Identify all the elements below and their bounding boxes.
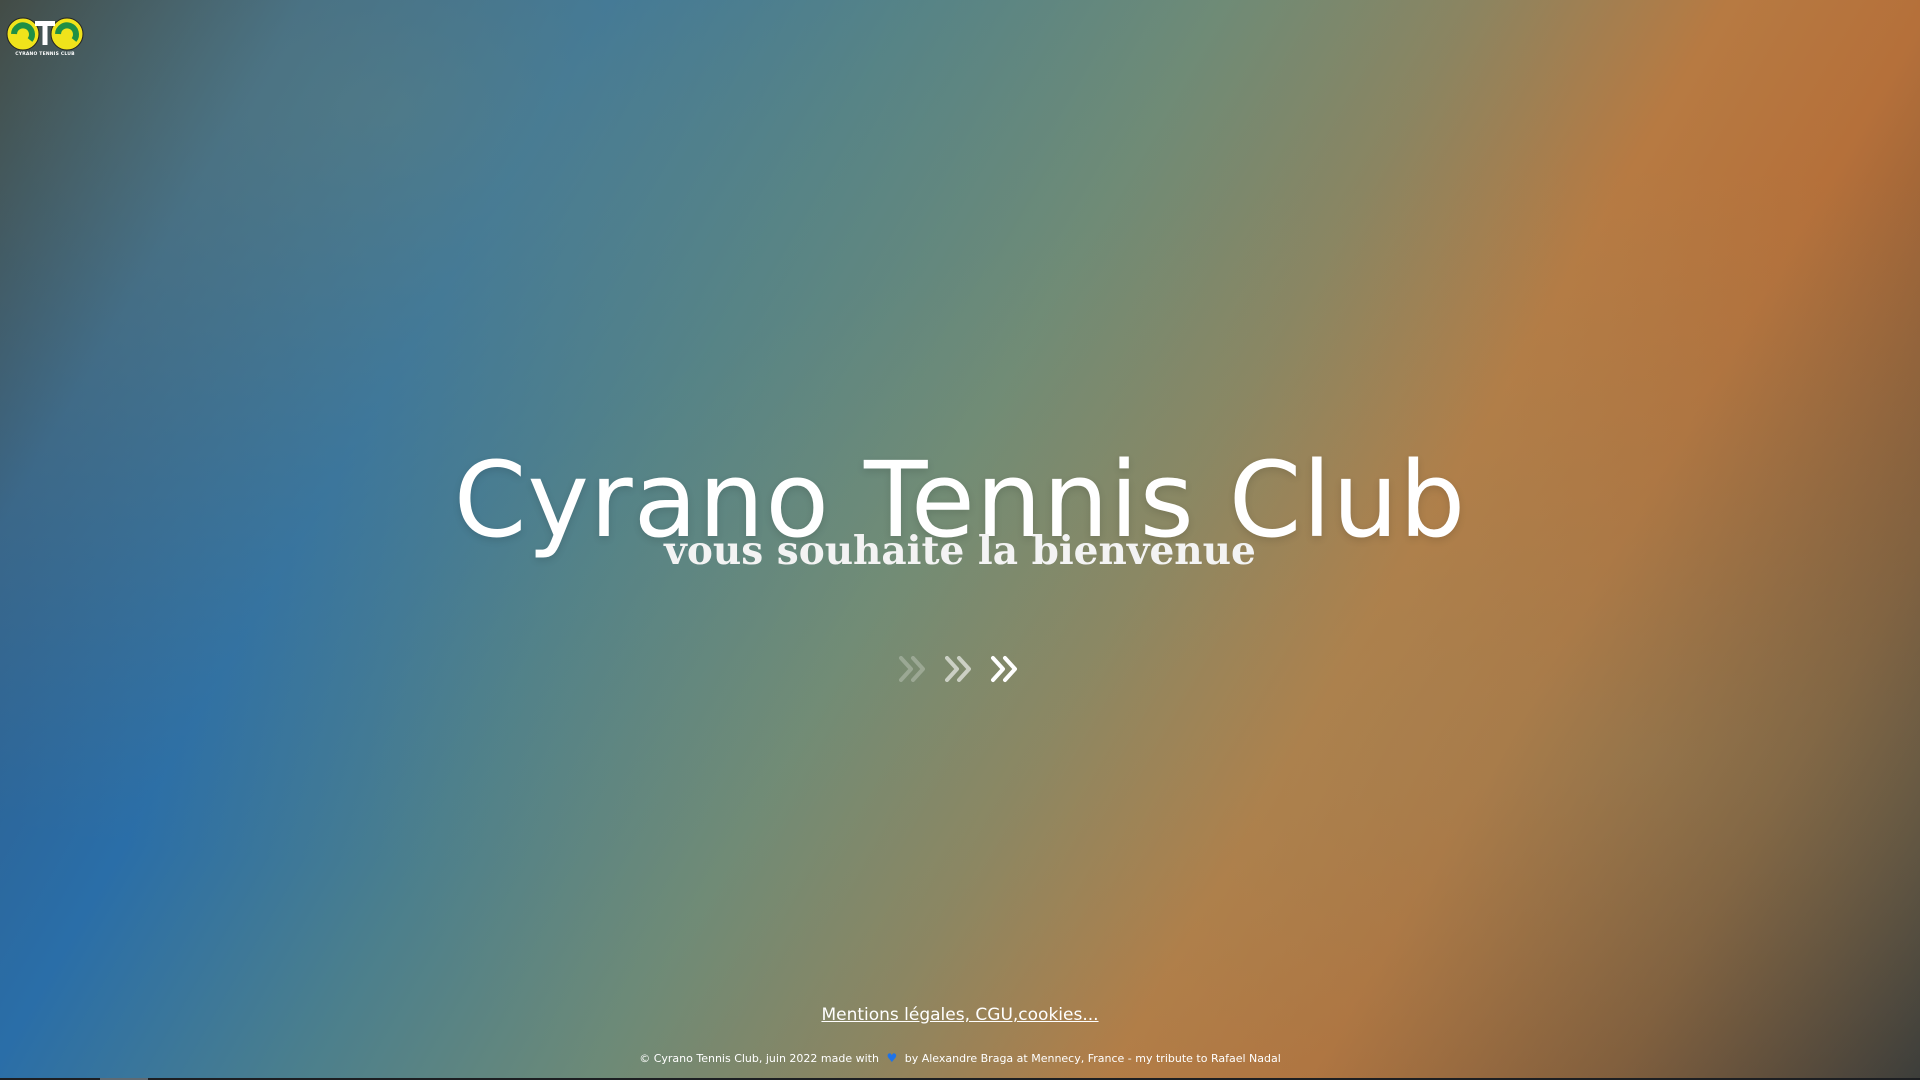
heart-icon: ♥ [886, 1051, 898, 1065]
legal-notice-link[interactable]: Mentions légales, CGU,cookies... [821, 1005, 1098, 1025]
chevron-double-right-icon [991, 656, 1017, 682]
legal-links: Mentions légales, CGU,cookies... [0, 1003, 1920, 1027]
enter-arrows[interactable] [896, 651, 1026, 687]
logo-caption: CYRANO TENNIS CLUB [15, 52, 75, 57]
chevron-double-right-icon [899, 656, 925, 682]
footer-copyright: © Cyrano Tennis Club, juin 2022 made wit… [0, 1050, 1920, 1067]
welcome-subtitle: vous souhaite la bienvenue [664, 528, 1256, 574]
copyright-text: © Cyrano Tennis Club, juin 2022 made wit… [639, 1052, 879, 1065]
chevron-double-right-icon [945, 656, 971, 682]
credits-text: by Alexandre Braga at Mennecy, France - … [904, 1052, 1281, 1065]
club-logo[interactable]: CYRANO TENNIS CLUB [4, 14, 86, 60]
